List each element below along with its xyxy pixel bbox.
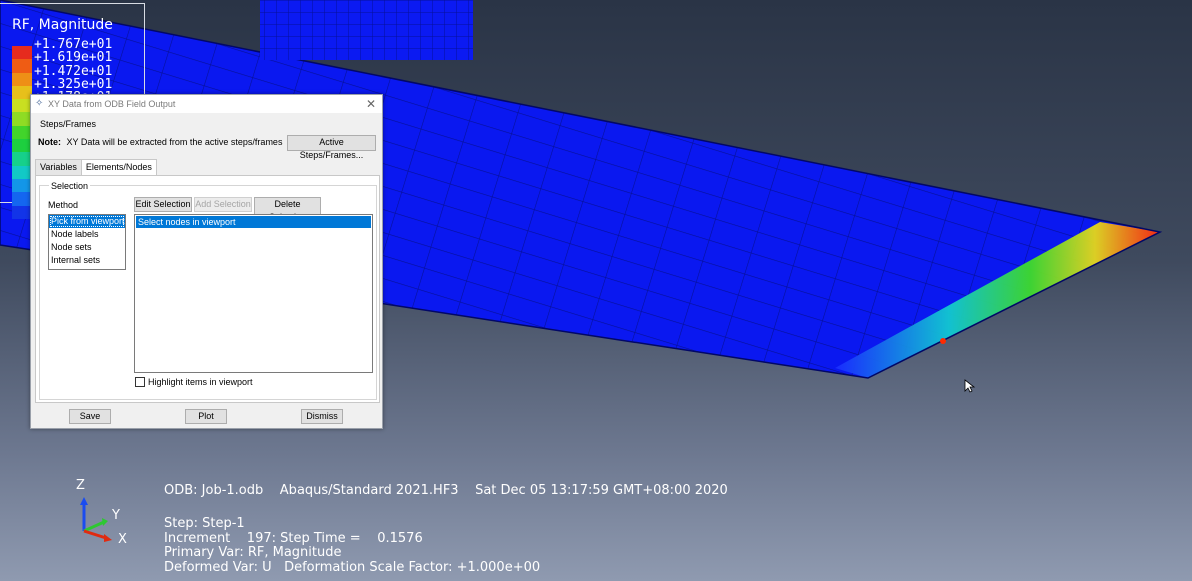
legend-color-band <box>12 205 32 219</box>
close-icon[interactable]: ✕ <box>366 97 376 111</box>
triad-x-label: X <box>118 532 127 547</box>
xy-data-dialog: ✧ XY Data from ODB Field Output ✕ Steps/… <box>30 94 383 429</box>
legend-color-band <box>12 112 32 126</box>
view-triad <box>80 497 112 542</box>
dialog-titlebar[interactable]: ✧ XY Data from ODB Field Output ✕ <box>31 95 382 113</box>
odb-info-line: ODB: Job-1.odb Abaqus/Standard 2021.HF3 … <box>164 483 728 498</box>
tab-elements-nodes[interactable]: Elements/Nodes <box>80 159 157 176</box>
mouse-cursor-icon <box>964 379 976 393</box>
dialog-tabs: Variables Elements/Nodes <box>35 159 157 176</box>
plot-button[interactable]: Plot <box>185 409 227 424</box>
legend-value: +1.472e+01 <box>34 63 113 79</box>
method-node-sets[interactable]: Node sets <box>49 241 125 254</box>
highlight-checkbox-row[interactable]: Highlight items in viewport <box>135 377 253 387</box>
selection-label: Selection <box>49 181 91 191</box>
dismiss-button[interactable]: Dismiss <box>301 409 343 424</box>
legend-color-band <box>12 72 32 86</box>
highlight-checkbox[interactable] <box>135 377 145 387</box>
dialog-title: XY Data from ODB Field Output <box>48 99 176 109</box>
dialog-app-icon: ✧ <box>35 98 44 109</box>
method-list: Pick from viewport Node labels Node sets… <box>48 214 126 270</box>
method-label: Method <box>48 200 79 210</box>
elements-nodes-panel: Selection Method Pick from viewport Node… <box>35 175 380 403</box>
step-info-line: Step: Step-1 <box>164 516 245 531</box>
legend-color-band <box>12 165 32 179</box>
triad-y-label: Y <box>112 508 120 523</box>
note-label: Note: <box>38 137 61 147</box>
add-selection-button[interactable]: Add Selection <box>194 197 252 212</box>
steps-frames-label: Steps/Frames <box>40 119 97 129</box>
legend-values: +1.767e+01 +1.619e+01 +1.472e+01 +1.325e… <box>34 38 112 99</box>
legend-title: RF, Magnitude <box>12 17 113 33</box>
legend-color-band <box>12 152 32 166</box>
upper-block-mesh <box>260 0 473 60</box>
note-text: Note: XY Data will be extracted from the… <box>38 137 282 147</box>
note-message: XY Data will be extracted from the activ… <box>66 137 283 147</box>
legend-color-band <box>12 59 32 73</box>
legend-color-band <box>12 85 32 100</box>
edit-selection-button[interactable]: Edit Selection <box>134 197 192 212</box>
primary-var-line: Primary Var: RF, Magnitude <box>164 545 342 560</box>
picked-node-marker <box>940 338 946 344</box>
legend-color-band <box>12 178 32 193</box>
method-internal-sets[interactable]: Internal sets <box>49 254 125 267</box>
tab-variables[interactable]: Variables <box>35 159 82 176</box>
legend-value: +1.325e+01 <box>34 76 113 92</box>
save-button[interactable]: Save <box>69 409 111 424</box>
method-node-labels[interactable]: Node labels <box>49 228 125 241</box>
legend-value: +1.619e+01 <box>34 50 113 66</box>
active-steps-button[interactable]: Active Steps/Frames... <box>287 135 376 160</box>
triad-z-label: Z <box>76 478 85 493</box>
highlight-label: Highlight items in viewport <box>148 377 253 387</box>
legend-color-band <box>12 46 32 60</box>
legend-color-band <box>12 139 32 153</box>
legend-color-band <box>12 99 32 113</box>
method-pick-from-viewport[interactable]: Pick from viewport <box>49 215 125 228</box>
increment-info-line: Increment 197: Step Time = 0.1576 <box>164 531 423 546</box>
legend-color-band <box>12 125 32 140</box>
list-item[interactable]: Select nodes in viewport <box>136 216 371 228</box>
legend-value: +1.767e+01 <box>34 37 113 52</box>
node-selection-list[interactable]: Select nodes in viewport <box>134 214 373 373</box>
deformed-var-line: Deformed Var: U Deformation Scale Factor… <box>164 560 541 575</box>
selection-group: Selection Method Pick from viewport Node… <box>39 181 377 400</box>
legend-color-bar <box>12 46 32 219</box>
legend-color-band <box>12 192 32 206</box>
